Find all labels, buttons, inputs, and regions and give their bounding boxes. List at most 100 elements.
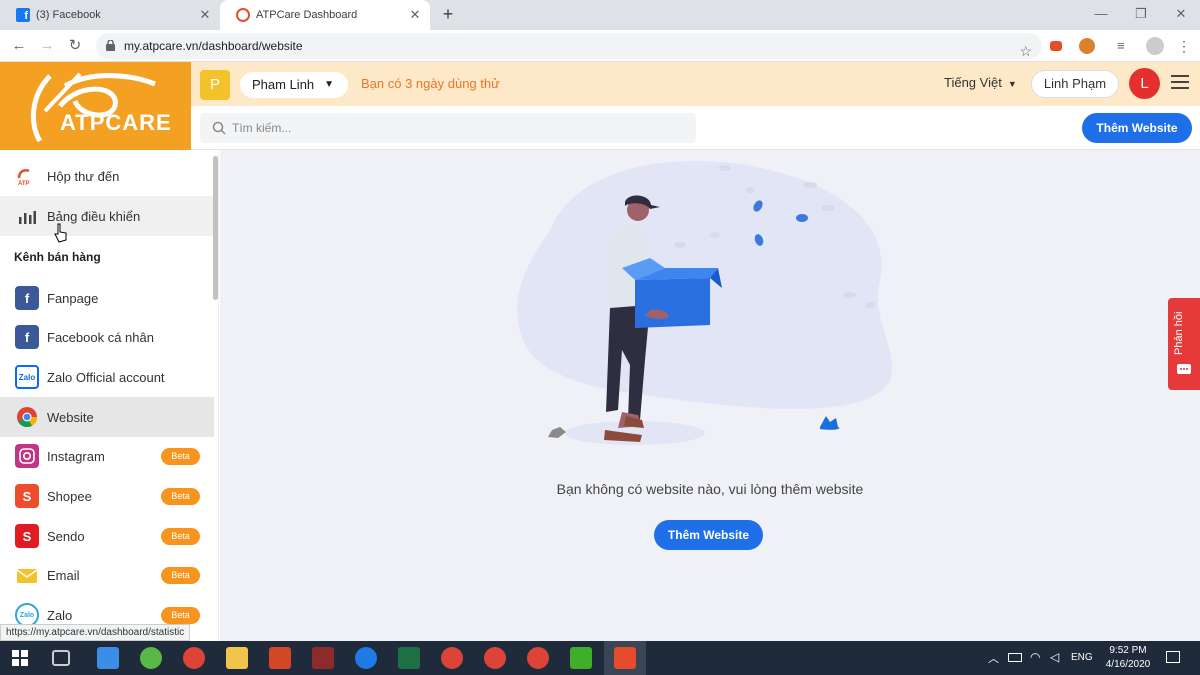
profile-icon[interactable] [1146,37,1164,55]
chrome-profile-icon[interactable] [527,647,549,669]
feedback-tab[interactable]: Phản hồi [1168,298,1200,390]
forward-icon[interactable]: → [38,37,56,55]
volume-icon[interactable]: ◁ [1050,650,1059,664]
sidebar-item-fanpage[interactable]: f Fanpage [0,278,214,318]
menu-dots-icon[interactable]: ⋮ [1176,38,1192,54]
chrome-icon[interactable] [183,647,205,669]
back-icon[interactable]: ← [10,37,28,55]
page-name: Pham Linh [252,77,315,92]
search-input[interactable] [232,113,672,143]
file-explorer-icon[interactable] [226,647,248,669]
notification-icon[interactable] [1166,651,1180,663]
windows-start-icon[interactable] [12,650,28,666]
clock[interactable]: 9:52 PM 4/16/2020 [1098,644,1158,672]
sidebar-item-label: Bảng điều khiển [47,208,141,224]
user-name-button[interactable]: Linh Phạm [1031,70,1119,98]
caret-down-icon: ▼ [1007,79,1017,89]
url-field[interactable]: my.atpcare.vn/dashboard/website ☆ [96,33,1042,59]
close-icon[interactable]: ✕ [408,8,422,22]
cookie-extension-icon[interactable] [1079,38,1095,54]
top-bar: P Pham Linh ▼ Bạn có 3 ngày dùng thử Tiế… [191,62,1200,106]
tab-atpcare[interactable]: ATPCare Dashboard ✕ [220,0,430,30]
sidebar-item-facebook-personal[interactable]: f Facebook cá nhân [0,317,214,357]
chat-app-icon[interactable] [140,647,162,669]
brand-logo[interactable]: ATPCARE [0,62,191,150]
zalo-icon: Zalo [15,365,39,389]
sidebar-item-label: Zalo Official account [47,369,165,385]
sidebar-item-dashboard[interactable]: Bảng điều khiển [0,196,214,236]
close-icon[interactable]: ✕ [198,8,212,22]
beta-badge: Beta [161,448,200,465]
beta-badge: Beta [161,488,200,505]
sidebar-item-email[interactable]: Email Beta [0,555,214,595]
bookmark-star-icon[interactable]: ☆ [1019,38,1032,64]
beta-badge: Beta [161,567,200,584]
address-bar: ← → ↻ my.atpcare.vn/dashboard/website ☆ … [0,30,1200,62]
restore-icon[interactable]: ❐ [1133,6,1149,22]
clock-time: 9:52 PM [1109,645,1147,656]
hamburger-menu-icon[interactable] [1171,75,1189,89]
windows-taskbar: ︿ ◠ ◁ ENG 9:52 PM 4/16/2020 [0,641,1200,675]
sidebar-item-instagram[interactable]: Instagram Beta [0,436,214,476]
email-icon [15,563,39,587]
minimize-icon[interactable]: — [1093,6,1109,21]
powerpoint-icon[interactable] [269,647,291,669]
browser-tab-bar: f (3) Facebook ✕ ATPCare Dashboard ✕ + —… [0,0,1200,30]
sidebar-item-label: Instagram [47,448,105,464]
close-window-icon[interactable]: ✕ [1173,6,1189,22]
tray-chevron-icon[interactable]: ︿ [988,650,999,666]
add-website-button[interactable]: Thêm Website [654,520,763,550]
page-badge: P [200,70,230,100]
add-website-button[interactable]: Thêm Website [1082,113,1192,143]
recorder-icon[interactable] [614,647,636,669]
tab-title: ATPCare Dashboard [256,9,358,21]
camtasia-icon[interactable] [570,647,592,669]
svg-text:ATP: ATP [18,181,30,186]
avatar[interactable]: L [1129,68,1160,99]
empty-state-illustration [517,160,893,445]
sidebar-item-label: Website [47,409,94,425]
sidebar-item-inbox[interactable]: ATP Hộp thư đến [0,156,214,196]
shopee-icon: S [15,484,39,508]
sidebar-item-sendo[interactable]: S Sendo Beta [0,516,214,556]
battery-icon[interactable] [1008,653,1022,662]
empty-state-message: Bạn không có website nào, vui lòng thêm … [556,481,864,497]
tab-facebook[interactable]: f (3) Facebook ✕ [0,0,220,30]
main-content: Bạn không có website nào, vui lòng thêm … [220,150,1200,641]
sidebar-item-website[interactable]: Website [0,397,214,437]
chrome-profile-icon[interactable] [484,647,506,669]
feedback-label: Phản hồi [1173,311,1185,355]
sidebar-item-shopee[interactable]: S Shopee Beta [0,476,214,516]
chart-icon [15,204,39,228]
search-row: Thêm Website [191,106,1200,150]
section-title: Kênh bán hàng [14,250,101,264]
facebook-icon: f [15,325,39,349]
winrar-icon[interactable] [312,647,334,669]
sidebar-item-zalo-oa[interactable]: Zalo Zalo Official account [0,357,214,397]
chrome-profile-icon[interactable] [441,647,463,669]
input-language[interactable]: ENG [1071,652,1093,663]
new-tab-icon[interactable]: + [440,5,456,23]
edge-icon[interactable] [355,647,377,669]
sidebar-item-label: Hộp thư đến [47,168,120,184]
sidebar-item-label: Fanpage [47,290,99,306]
active-app-slot[interactable] [604,641,646,675]
facebook-icon: f [16,8,30,22]
excel-icon[interactable] [398,647,420,669]
chat-icon [1177,364,1191,374]
reload-icon[interactable]: ↻ [66,37,84,55]
trial-notice: Bạn có 3 ngày dùng thử [361,76,500,91]
url-text: my.atpcare.vn/dashboard/website [124,39,303,53]
caret-down-icon: ▼ [324,79,334,90]
task-view-icon[interactable] [52,650,70,666]
clock-date: 4/16/2020 [1105,659,1151,670]
language-selector[interactable]: Tiếng Việt ▼ [944,75,1017,90]
playlist-icon[interactable]: ≡ [1117,38,1133,54]
sidebar: ATP Hộp thư đến Bảng điều khiển Kênh bán… [0,150,219,641]
tab-title: (3) Facebook [36,9,101,21]
wifi-icon[interactable]: ◠ [1030,650,1040,664]
store-icon[interactable] [97,647,119,669]
atp-extension-icon[interactable] [1050,41,1062,51]
sidebar-scrollbar[interactable] [213,156,218,300]
page-selector[interactable]: Pham Linh ▼ [240,72,348,98]
